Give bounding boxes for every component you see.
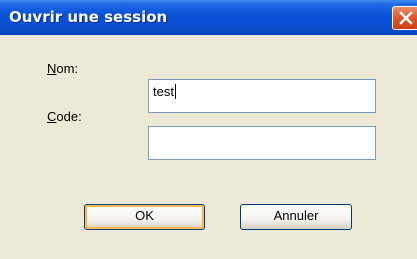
login-dialog: Ouvrir une session Nom: test Code: OK An… <box>0 0 417 259</box>
nom-label-accelerator: N <box>47 61 57 76</box>
title-bar[interactable]: Ouvrir une session <box>0 0 417 35</box>
text-caret <box>174 84 176 99</box>
nom-input-value: test <box>153 84 174 99</box>
code-label-text: ode: <box>56 109 82 124</box>
nom-input[interactable]: test <box>148 79 376 113</box>
nom-label: Nom: <box>47 61 78 76</box>
window-title: Ouvrir une session <box>9 8 168 26</box>
ok-button[interactable]: OK <box>84 204 205 230</box>
cancel-button[interactable]: Annuler <box>240 204 352 230</box>
nom-label-text: om: <box>56 61 79 76</box>
close-button[interactable] <box>392 6 417 30</box>
code-label-accelerator: C <box>47 109 57 124</box>
code-input[interactable] <box>148 126 376 160</box>
code-label: Code: <box>47 109 82 124</box>
